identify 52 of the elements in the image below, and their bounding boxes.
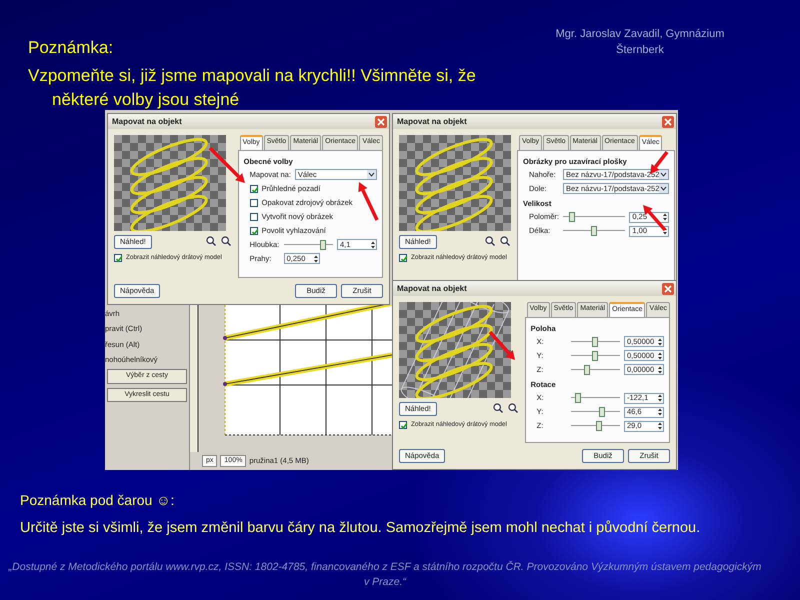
close-icon[interactable]	[375, 116, 387, 128]
check-icon	[250, 186, 259, 194]
caret-icon	[659, 170, 668, 180]
spin-arrows-icon	[657, 364, 663, 375]
spin-arrows-icon	[657, 393, 663, 403]
zoom-in-icon[interactable]	[220, 236, 232, 248]
slider-thumb[interactable]	[591, 226, 598, 236]
checkbox[interactable]	[250, 184, 258, 193]
spin-arrows-icon	[662, 212, 668, 222]
check-icon	[400, 254, 408, 263]
spin-arrows-icon	[657, 336, 663, 347]
check-icon	[250, 228, 259, 236]
checkbox[interactable]	[250, 226, 258, 235]
dialog-title: Mapovat na objekt	[397, 282, 467, 294]
footnote-text: Určitě jste si všimli, že jsem změnil barvu čáry na žlutou. Samozřejmě jsem mohl nechat i původní černou.	[20, 519, 702, 538]
citation-text: „Dostupné z Metodického portálu www.rvp.cz, ISSN: 1802-4785, financovaného z ESF a státního rozpočtu ČR. Provozováno Výzkumným ústavem pedagogickým v Praze.“	[7, 560, 762, 590]
check-icon	[400, 422, 408, 430]
zoom-in-icon[interactable]	[508, 403, 519, 414]
zoom-in-icon[interactable]	[500, 236, 511, 248]
checkbox[interactable]	[399, 254, 407, 262]
spin-arrows-icon	[657, 421, 663, 431]
slider-thumb[interactable]	[320, 240, 326, 250]
close-icon[interactable]	[662, 116, 674, 128]
spin-arrows-icon	[657, 350, 663, 361]
checkbox[interactable]	[399, 420, 407, 429]
slider-thumb[interactable]	[592, 350, 598, 361]
footnote-title: Poznámka pod čarou ☺:	[20, 491, 176, 510]
slider-thumb[interactable]	[584, 364, 590, 375]
checkbox[interactable]	[250, 198, 258, 207]
slider-thumb[interactable]	[596, 421, 602, 431]
zoom-out-icon[interactable]	[206, 236, 217, 248]
spin-arrows-icon	[657, 407, 663, 417]
spin-arrows-icon	[312, 254, 319, 264]
check-icon	[115, 254, 123, 263]
caret-icon	[367, 170, 376, 180]
slider-thumb[interactable]	[569, 212, 576, 222]
intro-text: Vzpomeňte si, již jsme mapovali na krychli!! Všimněte si, že některé volby jsou stejné	[28, 65, 477, 111]
spin-arrows-icon	[370, 240, 376, 250]
caret-icon	[659, 184, 668, 194]
slider-thumb[interactable]	[592, 336, 598, 347]
author-text: Mgr. Jaroslav Zavadil, Gymnázium Šternberk	[554, 27, 726, 58]
slide-title: Poznámka:	[28, 37, 114, 59]
spin-arrows-icon	[662, 226, 668, 236]
slider-thumb[interactable]	[575, 393, 582, 403]
dialog-title: Mapovat na objekt	[112, 116, 182, 128]
slider-thumb[interactable]	[598, 407, 605, 417]
checkbox[interactable]	[114, 254, 122, 262]
dialog-title: Mapovat na objekt	[397, 116, 467, 128]
zoom-out-icon[interactable]	[485, 236, 496, 248]
zoom-out-icon[interactable]	[492, 403, 504, 414]
checkbox[interactable]	[250, 212, 258, 221]
close-icon[interactable]	[662, 282, 674, 294]
